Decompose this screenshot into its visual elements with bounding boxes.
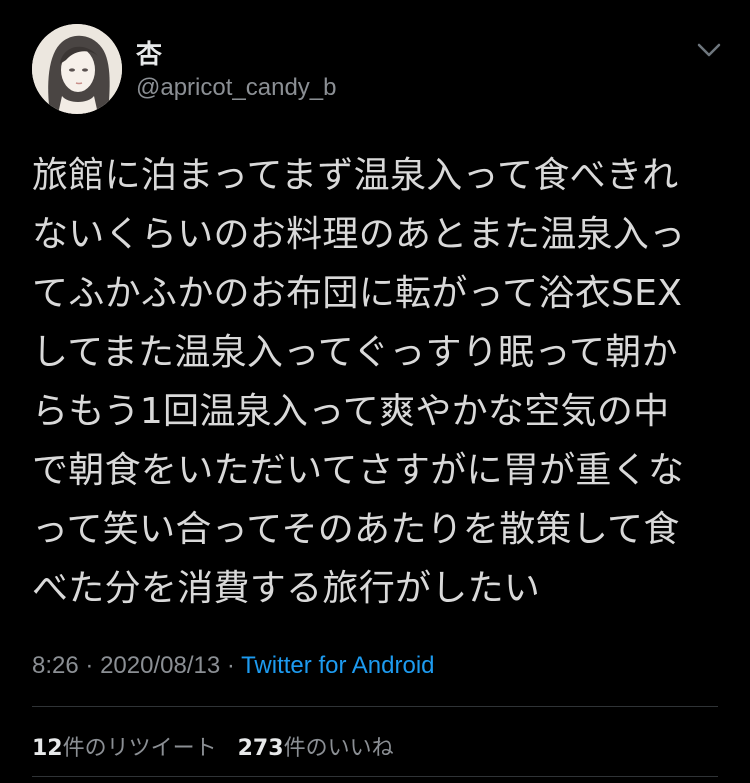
tweet-line: らもう1回温泉入って爽やかな空気の中 (32, 391, 670, 432)
tweet-line: 旅館に泊まってまず温泉入って食べきれ (32, 155, 679, 196)
likes-stat[interactable]: 273件のいいね (238, 736, 394, 761)
tweet-line: してまた温泉入ってぐっすり眠って朝か (32, 332, 678, 373)
meta-separator: · (85, 652, 94, 679)
tweet-date[interactable]: 2020/08/13 (100, 652, 220, 679)
retweets-stat[interactable]: 12件のリツイート (32, 736, 217, 761)
tweet-source-link[interactable]: Twitter for Android (241, 652, 434, 679)
tweet-time[interactable]: 8:26 (32, 652, 79, 679)
likes-count: 273 (237, 736, 284, 761)
avatar-illustration (32, 24, 122, 114)
tweet-line: べた分を消費する旅行がしたい (32, 568, 541, 609)
divider (32, 706, 718, 707)
tweet-line: って笑い合ってそのあたりを散策して食 (32, 509, 680, 550)
tweet-line: てふかふかのお布団に転がって浴衣SEX (32, 273, 683, 314)
user-handle[interactable]: @apricot_candy_b (136, 74, 336, 102)
avatar[interactable] (32, 24, 122, 114)
divider (32, 776, 718, 777)
retweets-label: 件のリツイート (62, 736, 217, 761)
display-name[interactable]: 杏 (136, 34, 162, 71)
chevron-down-icon[interactable] (694, 38, 724, 62)
tweet-meta: 8:26 · 2020/08/13 · Twitter for Android (32, 652, 435, 680)
tweet-line: で朝食をいただいてさすがに胃が重くな (32, 450, 685, 491)
meta-separator: · (226, 652, 235, 679)
retweets-count: 12 (32, 736, 63, 761)
tweet-line: ないくらいのお料理のあとまた温泉入っ (32, 214, 686, 255)
likes-label: 件のいいね (283, 736, 394, 761)
tweet-stats: 12件のリツイート 273件のいいね (32, 730, 394, 762)
tweet-text: 旅館に泊まってまず温泉入って食べきれ ないくらいのお料理のあとまた温泉入っ てふ… (32, 146, 722, 618)
